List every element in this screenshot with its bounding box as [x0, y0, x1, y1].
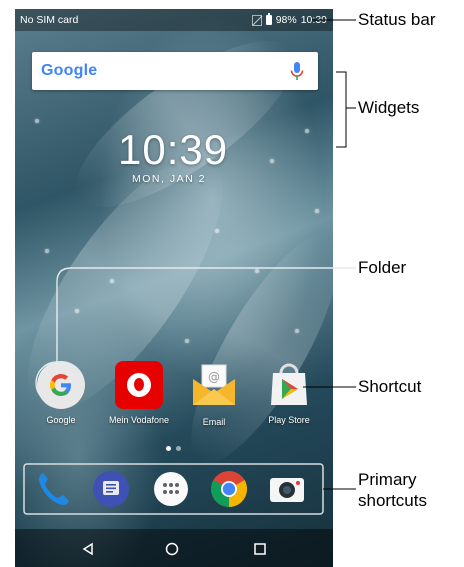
callout-shortcut: Shortcut — [358, 377, 422, 396]
callout-widgets: Widgets — [358, 98, 420, 117]
callout-primary-line2: shortcuts — [358, 491, 427, 510]
callout-primary-line1: Primary — [358, 470, 417, 489]
callout-folder: Folder — [358, 258, 407, 277]
callout-bracket-widgets — [336, 71, 347, 148]
callout-status-bar: Status bar — [358, 10, 436, 29]
primary-shortcuts-box — [23, 463, 324, 515]
callout-line-folder — [56, 267, 356, 375]
